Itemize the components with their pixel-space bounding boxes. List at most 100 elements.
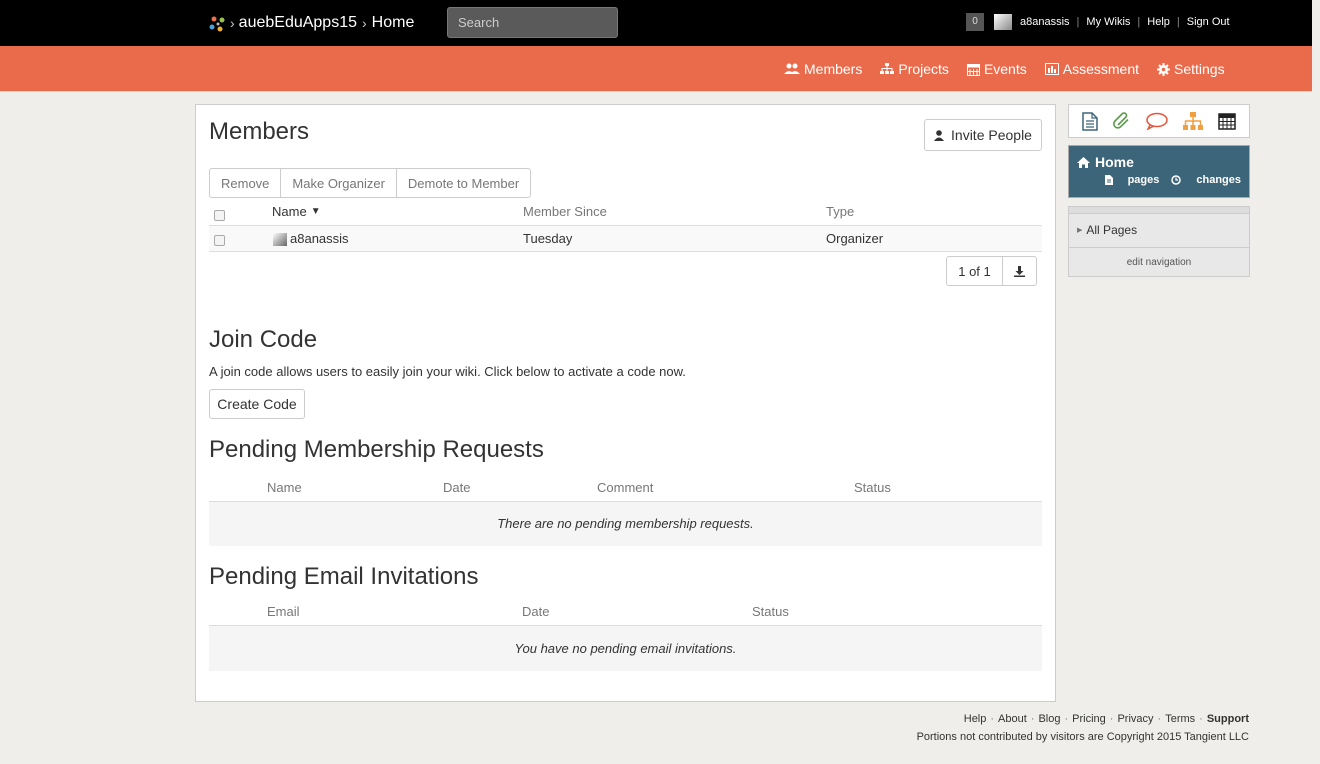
download-icon: [1014, 265, 1025, 277]
column-header-member-since[interactable]: Member Since: [523, 204, 607, 219]
caret-right-icon: ▶: [1077, 227, 1083, 234]
divider: |: [1137, 16, 1141, 28]
breadcrumb-page[interactable]: Home: [372, 14, 415, 32]
search-input[interactable]: [447, 7, 618, 38]
demote-to-member-button[interactable]: Demote to Member: [395, 168, 532, 198]
breadcrumb-separator-icon: ›: [362, 15, 367, 31]
user-icon: [934, 129, 945, 141]
page-title: Members: [209, 118, 310, 145]
top-bar: › auebEduApps15 › Home 0 a8anassis | My …: [0, 0, 1312, 46]
breadcrumb-site[interactable]: auebEduApps15: [239, 14, 357, 32]
footer-privacy-link[interactable]: Privacy: [1117, 713, 1153, 725]
navigation-box-header: [1069, 207, 1249, 214]
gear-icon: [1157, 62, 1170, 76]
notification-count-badge[interactable]: 0: [966, 13, 984, 31]
column-header-status: Status: [854, 480, 891, 495]
member-avatar: [273, 233, 287, 246]
remove-button[interactable]: Remove: [209, 168, 282, 198]
page-indicator: 1 of 1: [946, 256, 1003, 286]
join-code-description: A join code allows users to easily join …: [209, 364, 686, 379]
select-all-checkbox[interactable]: [214, 210, 225, 221]
nav-assessment-label: Assessment: [1062, 61, 1139, 77]
column-header-date: Date: [522, 604, 550, 619]
separator: ·: [990, 713, 995, 725]
nav-members-label: Members: [804, 61, 863, 77]
user-avatar[interactable]: [994, 14, 1012, 30]
calendar-icon: [966, 63, 980, 76]
separator: ·: [1030, 713, 1035, 725]
member-since: Tuesday: [523, 231, 573, 246]
navigation-box: ▶ All Pages edit navigation: [1068, 206, 1250, 277]
footer-terms-link[interactable]: Terms: [1165, 713, 1195, 725]
nav-assessment[interactable]: Assessment: [1044, 61, 1139, 77]
footer-pricing-link[interactable]: Pricing: [1072, 713, 1106, 725]
wikispaces-logo-icon[interactable]: [208, 14, 228, 34]
column-header-name-label: Name: [272, 204, 307, 219]
nav-settings[interactable]: Settings: [1157, 61, 1225, 77]
page-tools-bar: [1068, 104, 1250, 138]
divider: |: [1176, 16, 1180, 28]
sign-out-link[interactable]: Sign Out: [1187, 16, 1230, 28]
pages-link[interactable]: pages: [1104, 174, 1160, 186]
current-page-box: Home pages changes: [1068, 145, 1250, 198]
wiki-nav: Members Projects Events Assessment Setti…: [784, 61, 1243, 77]
nav-projects-label: Projects: [898, 61, 949, 77]
join-code-title: Join Code: [209, 326, 318, 353]
nav-settings-label: Settings: [1174, 61, 1225, 77]
paperclip-icon[interactable]: [1113, 112, 1131, 130]
file-icon: [1104, 175, 1113, 185]
page-links: pages changes: [1093, 174, 1241, 186]
comment-icon[interactable]: [1146, 112, 1168, 130]
download-button[interactable]: [1002, 256, 1037, 286]
user-menu: 0 a8anassis | My Wikis | Help | Sign Out: [966, 13, 1230, 31]
column-header-date: Date: [443, 480, 471, 495]
invite-people-button[interactable]: Invite People: [924, 119, 1042, 151]
column-header-type[interactable]: Type: [826, 204, 854, 219]
pages-link-label: pages: [1127, 174, 1160, 186]
column-header-name[interactable]: Name ▼: [272, 204, 321, 219]
separator: ·: [1199, 713, 1203, 725]
pending-invites-title: Pending Email Invitations: [209, 563, 479, 590]
separator: ·: [1064, 713, 1069, 725]
page-icon[interactable]: [1082, 111, 1099, 131]
footer-support-link[interactable]: Support: [1207, 713, 1249, 725]
pagination: 1 of 1: [946, 256, 1037, 286]
my-wikis-link[interactable]: My Wikis: [1086, 16, 1130, 28]
invite-people-label: Invite People: [951, 127, 1032, 143]
nav-projects[interactable]: Projects: [880, 61, 949, 77]
calendar-icon[interactable]: [1217, 112, 1236, 130]
member-name[interactable]: a8anassis: [290, 231, 349, 246]
all-pages-label: All Pages: [1086, 223, 1138, 237]
all-pages-link[interactable]: ▶ All Pages: [1077, 223, 1137, 237]
breadcrumb: › auebEduApps15 › Home: [230, 14, 414, 32]
clock-icon: [1171, 175, 1182, 185]
footer-links: Help · About · Blog · Pricing · Privacy · Ter…: [964, 713, 1249, 725]
help-link[interactable]: Help: [1147, 16, 1170, 28]
separator: ·: [1157, 713, 1162, 725]
column-header-name: Name: [267, 480, 302, 495]
pending-invites-empty: You have no pending email invitations.: [209, 626, 1042, 671]
home-label: Home: [1095, 154, 1134, 170]
username-link[interactable]: a8anassis: [1020, 16, 1070, 28]
separator: ·: [1109, 713, 1114, 725]
create-code-button[interactable]: Create Code: [209, 389, 305, 419]
members-panel: Members Invite People Remove Make Organi…: [195, 104, 1056, 702]
changes-link-label: changes: [1196, 174, 1241, 186]
edit-navigation-link[interactable]: edit navigation: [1069, 257, 1249, 268]
footer-blog-link[interactable]: Blog: [1038, 713, 1060, 725]
breadcrumb-separator-icon: ›: [230, 15, 235, 31]
divider: |: [1076, 16, 1080, 28]
home-link[interactable]: Home: [1077, 154, 1134, 170]
row-checkbox[interactable]: [214, 235, 225, 246]
sitemap-icon[interactable]: [1182, 112, 1203, 130]
nav-members[interactable]: Members: [784, 61, 862, 77]
changes-link[interactable]: changes: [1171, 174, 1241, 186]
make-organizer-button[interactable]: Make Organizer: [280, 168, 397, 198]
sitemap-icon: [880, 63, 895, 74]
footer-help-link[interactable]: Help: [964, 713, 987, 725]
divider: [1069, 247, 1249, 248]
nav-events[interactable]: Events: [966, 61, 1027, 77]
column-header-status: Status: [752, 604, 789, 619]
pending-requests-empty: There are no pending membership requests…: [209, 502, 1042, 546]
footer-about-link[interactable]: About: [998, 713, 1027, 725]
